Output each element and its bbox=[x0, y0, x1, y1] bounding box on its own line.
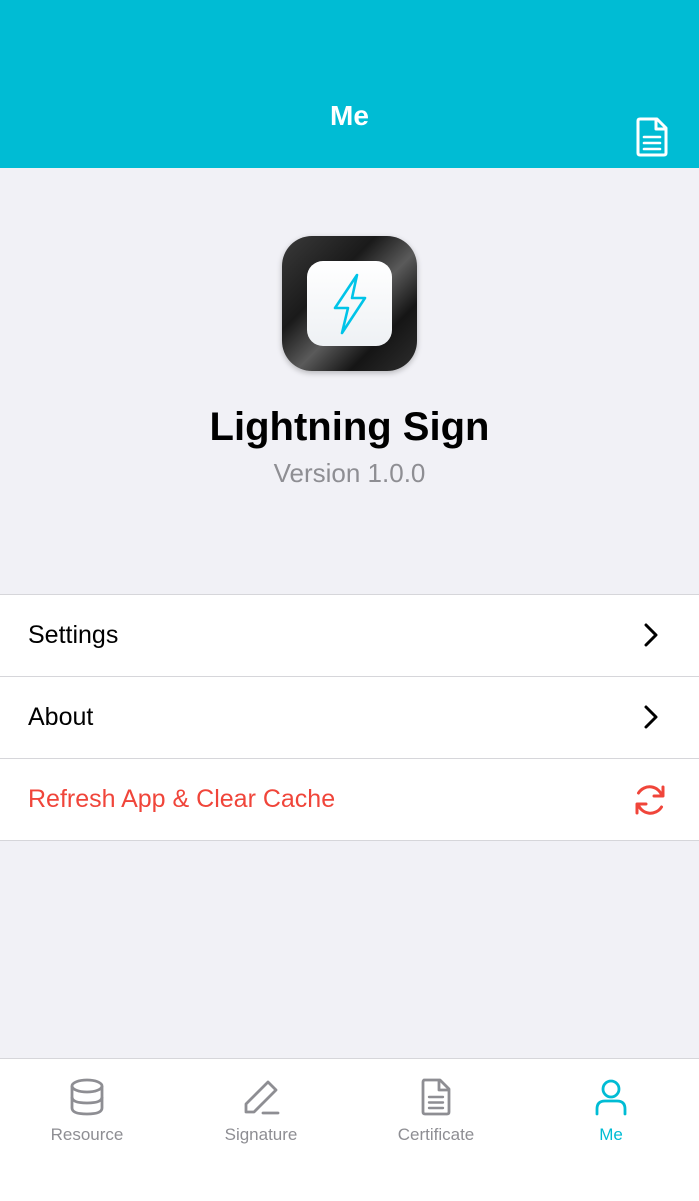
pen-icon bbox=[244, 1080, 280, 1115]
app-version: Version 1.0.0 bbox=[273, 458, 426, 488]
tab-certificate[interactable]: Certificate bbox=[349, 1059, 523, 1201]
tab-signature-label: Signature bbox=[224, 1125, 298, 1144]
refresh-icon bbox=[635, 785, 665, 815]
tab-resource-label: Resource bbox=[50, 1125, 124, 1144]
page-title: Me bbox=[330, 100, 369, 131]
chevron-right-icon bbox=[644, 705, 658, 729]
settings-label: Settings bbox=[28, 621, 119, 649]
tab-me[interactable]: Me bbox=[524, 1059, 698, 1201]
document-icon bbox=[421, 1078, 451, 1116]
person-icon bbox=[595, 1079, 627, 1116]
tab-signature[interactable]: Signature bbox=[174, 1059, 348, 1201]
database-icon bbox=[70, 1078, 104, 1116]
app-logo-inner bbox=[307, 261, 392, 346]
tab-bar: Resource Signature Certificate Me bbox=[0, 1058, 699, 1201]
tab-me-label: Me bbox=[599, 1125, 623, 1144]
app-name: Lightning Sign bbox=[209, 405, 490, 449]
settings-row[interactable]: Settings bbox=[0, 595, 699, 676]
about-label: About bbox=[28, 703, 94, 731]
menu-list: Settings About Refresh App & Clear Cache bbox=[0, 594, 699, 841]
chevron-right-icon bbox=[644, 623, 658, 647]
refresh-cache-row[interactable]: Refresh App & Clear Cache bbox=[0, 758, 699, 840]
nav-header: Me bbox=[0, 0, 699, 168]
about-row[interactable]: About bbox=[0, 676, 699, 758]
document-icon[interactable] bbox=[635, 117, 669, 157]
lightning-bolt-icon bbox=[333, 273, 367, 335]
refresh-cache-label: Refresh App & Clear Cache bbox=[28, 785, 336, 813]
tab-resource[interactable]: Resource bbox=[0, 1059, 174, 1201]
tab-certificate-label: Certificate bbox=[397, 1125, 475, 1144]
app-logo bbox=[282, 236, 417, 371]
